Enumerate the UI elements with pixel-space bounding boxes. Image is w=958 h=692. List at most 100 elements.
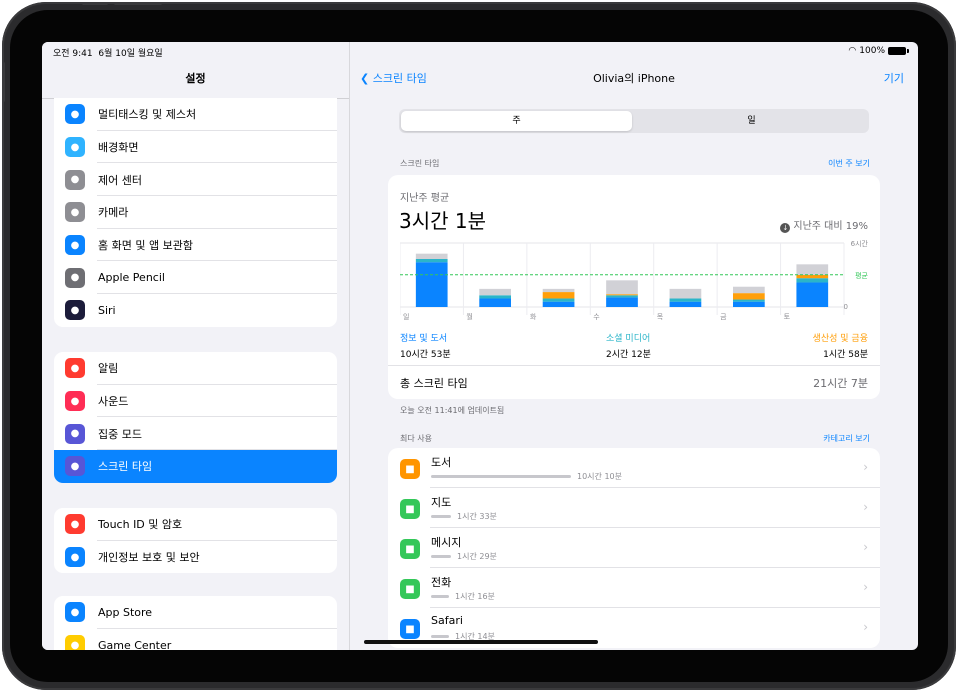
bar-segment [606, 294, 638, 296]
app-name: 지도 [431, 496, 452, 509]
period-segmented-control: 주 일 [399, 109, 869, 133]
section-header: 최다 사용 [400, 434, 432, 443]
usage-chart: 일 월 화 수 목 금 토 평균 6시간 0 [400, 239, 869, 321]
status-right: ◠ 100% [848, 46, 909, 56]
bar-segment [542, 288, 575, 293]
legend-value: 2시간 12분 [606, 350, 651, 360]
sidebar-item[interactable]: ● Siri [54, 294, 337, 327]
bar-segment [479, 295, 511, 299]
bar-segment [606, 295, 638, 298]
bar-segment [479, 288, 511, 296]
bar-segment [796, 275, 829, 279]
sidebar-item[interactable]: ● 사운드 [54, 385, 337, 418]
bar-segment [733, 299, 765, 302]
sidebar-item-label: Apple Pencil [98, 271, 165, 285]
app-store-icon: ● [65, 602, 85, 623]
app-row[interactable]: ■ 도서 10시간 10분 › [388, 448, 880, 488]
bar-segment [542, 292, 575, 299]
sidebar-item[interactable]: ● App Store [54, 596, 337, 629]
tick-label: 화 [530, 313, 537, 321]
legend-value: 1시간 58분 [823, 350, 868, 360]
screen: 오전 9:41 6월 10일 월요일 ◠ 100% 설정 ● 멀티태스킹 및 제스… [42, 42, 918, 650]
volume-button [2, 62, 5, 102]
bar-segment [796, 282, 829, 307]
sidebar-item-label: 카메라 [98, 206, 129, 220]
bar-segment [606, 280, 638, 295]
sidebar-item[interactable]: ● Game Center [54, 629, 337, 650]
pencil-icon: ● [65, 267, 85, 288]
sidebar-item[interactable]: ● 집중 모드 [54, 417, 337, 450]
usage-bar [431, 595, 449, 598]
status-bar: 오전 9:41 6월 10일 월요일 ◠ 100% [42, 42, 918, 62]
devices-button[interactable]: 기기 [884, 70, 904, 86]
sidebar-item-label: App Store [98, 605, 153, 619]
camera-icon: ● [65, 202, 85, 223]
nav-bar: ❮ 스크린 타임 Olivia의 iPhone 기기 [350, 70, 918, 90]
app-name: Safari [431, 614, 463, 627]
sidebar: 설정 ● 멀티태스킹 및 제스처 ● 배경화면 ● 제어 센터 ● 카메라 ● 홈 화면 및 앱 … [42, 42, 350, 650]
comparison: ↓ 지난주 대비 19% [780, 217, 868, 233]
sidebar-item[interactable]: ● Apple Pencil [54, 261, 337, 294]
settings-group: ● 알림 ● 사운드 ● 집중 모드 ● 스크린 타임 [54, 352, 337, 483]
legend-item: 소셜 미디어 2시간 12분 [606, 331, 651, 360]
sidebar-item[interactable]: ● 홈 화면 및 앱 보관함 [54, 229, 337, 262]
average-value: 3시간 1분 [399, 209, 487, 233]
screen-time-detail: ❮ 스크린 타임 Olivia의 iPhone 기기 주 일 스크린 타임 이번… [350, 42, 918, 650]
app-row[interactable]: ■ 전화 1시간 16분 › [388, 568, 880, 608]
sidebar-item[interactable]: ● 알림 [54, 352, 337, 385]
sidebar-item-label: Game Center [98, 638, 172, 650]
sound-icon: ● [65, 391, 85, 412]
total-value: 21시간 7분 [813, 377, 868, 390]
sidebar-item[interactable]: ● 멀티태스킹 및 제스처 [54, 98, 337, 131]
multitasking-icon: ● [65, 104, 85, 125]
usage-bar [431, 515, 451, 518]
legend-title: 소셜 미디어 [606, 334, 651, 344]
bar-segment [479, 298, 511, 307]
books-icon: ■ [400, 459, 420, 479]
segment-day[interactable]: 일 [636, 111, 867, 131]
app-row[interactable]: ■ 메시지 1시간 29분 › [388, 528, 880, 568]
legend-item: 정보 및 도서 10시간 53분 [400, 331, 451, 360]
app-row[interactable]: ■ 지도 1시간 33분 › [388, 488, 880, 528]
tick-label: 월 [466, 312, 472, 321]
tick-label: 일 [403, 312, 409, 321]
average-label: 지난주 평균 [400, 193, 450, 204]
sidebar-item[interactable]: ● 개인정보 보호 및 보안 [54, 541, 337, 574]
bar-segment [606, 297, 638, 307]
sidebar-title: 설정 [185, 72, 206, 85]
sidebar-item[interactable]: ● 배경화면 [54, 131, 337, 164]
section-header: 스크린 타임 [400, 159, 440, 168]
updated-text: 오늘 오전 11:41에 업데이트됨 [400, 406, 505, 415]
settings-group: ● Touch ID 및 암호 ● 개인정보 보호 및 보안 [54, 508, 337, 574]
screen-time-card[interactable]: 지난주 평균 3시간 1분 ↓ 지난주 대비 19% 일 월 화 수 목 금 토 평균 6시간 0 … [388, 175, 880, 399]
this-week-link[interactable]: 이번 주 보기 [828, 158, 870, 169]
focus-icon: ● [65, 423, 85, 444]
chevron-right-icon: › [863, 540, 868, 554]
tick-label: 토 [784, 313, 791, 321]
sidebar-item-label: 멀티태스킹 및 제스처 [98, 108, 197, 122]
sidebar-item[interactable]: ● 카메라 [54, 196, 337, 229]
sidebar-item-label: 알림 [98, 362, 119, 376]
bar-segment [415, 253, 448, 259]
usage-time: 1시간 29분 [457, 552, 497, 561]
chevron-right-icon: › [863, 580, 868, 594]
usage-time: 10시간 10분 [577, 472, 622, 481]
sidebar-item-label: 홈 화면 및 앱 보관함 [98, 239, 193, 253]
home-screen-icon: ● [65, 235, 85, 256]
control-center-icon: ● [65, 169, 85, 190]
tick-label: 금 [720, 313, 727, 321]
home-indicator [364, 640, 598, 644]
bar-segment [669, 288, 702, 299]
status-time: 오전 9:41 6월 10일 월요일 [53, 49, 163, 59]
category-link[interactable]: 카테고리 보기 [823, 433, 870, 444]
bar-segment [669, 301, 702, 307]
sidebar-item[interactable]: ● 제어 센터 [54, 163, 337, 196]
messages-icon: ■ [400, 539, 420, 559]
wallpaper-icon: ● [65, 137, 85, 158]
legend-title: 정보 및 도서 [400, 334, 448, 344]
bar-segment [415, 259, 448, 263]
sidebar-item[interactable]: ● 스크린 타임 [54, 450, 337, 483]
sidebar-item[interactable]: ● Touch ID 및 암호 [54, 508, 337, 541]
app-name: 전화 [431, 576, 452, 589]
segment-week[interactable]: 주 [401, 111, 632, 131]
